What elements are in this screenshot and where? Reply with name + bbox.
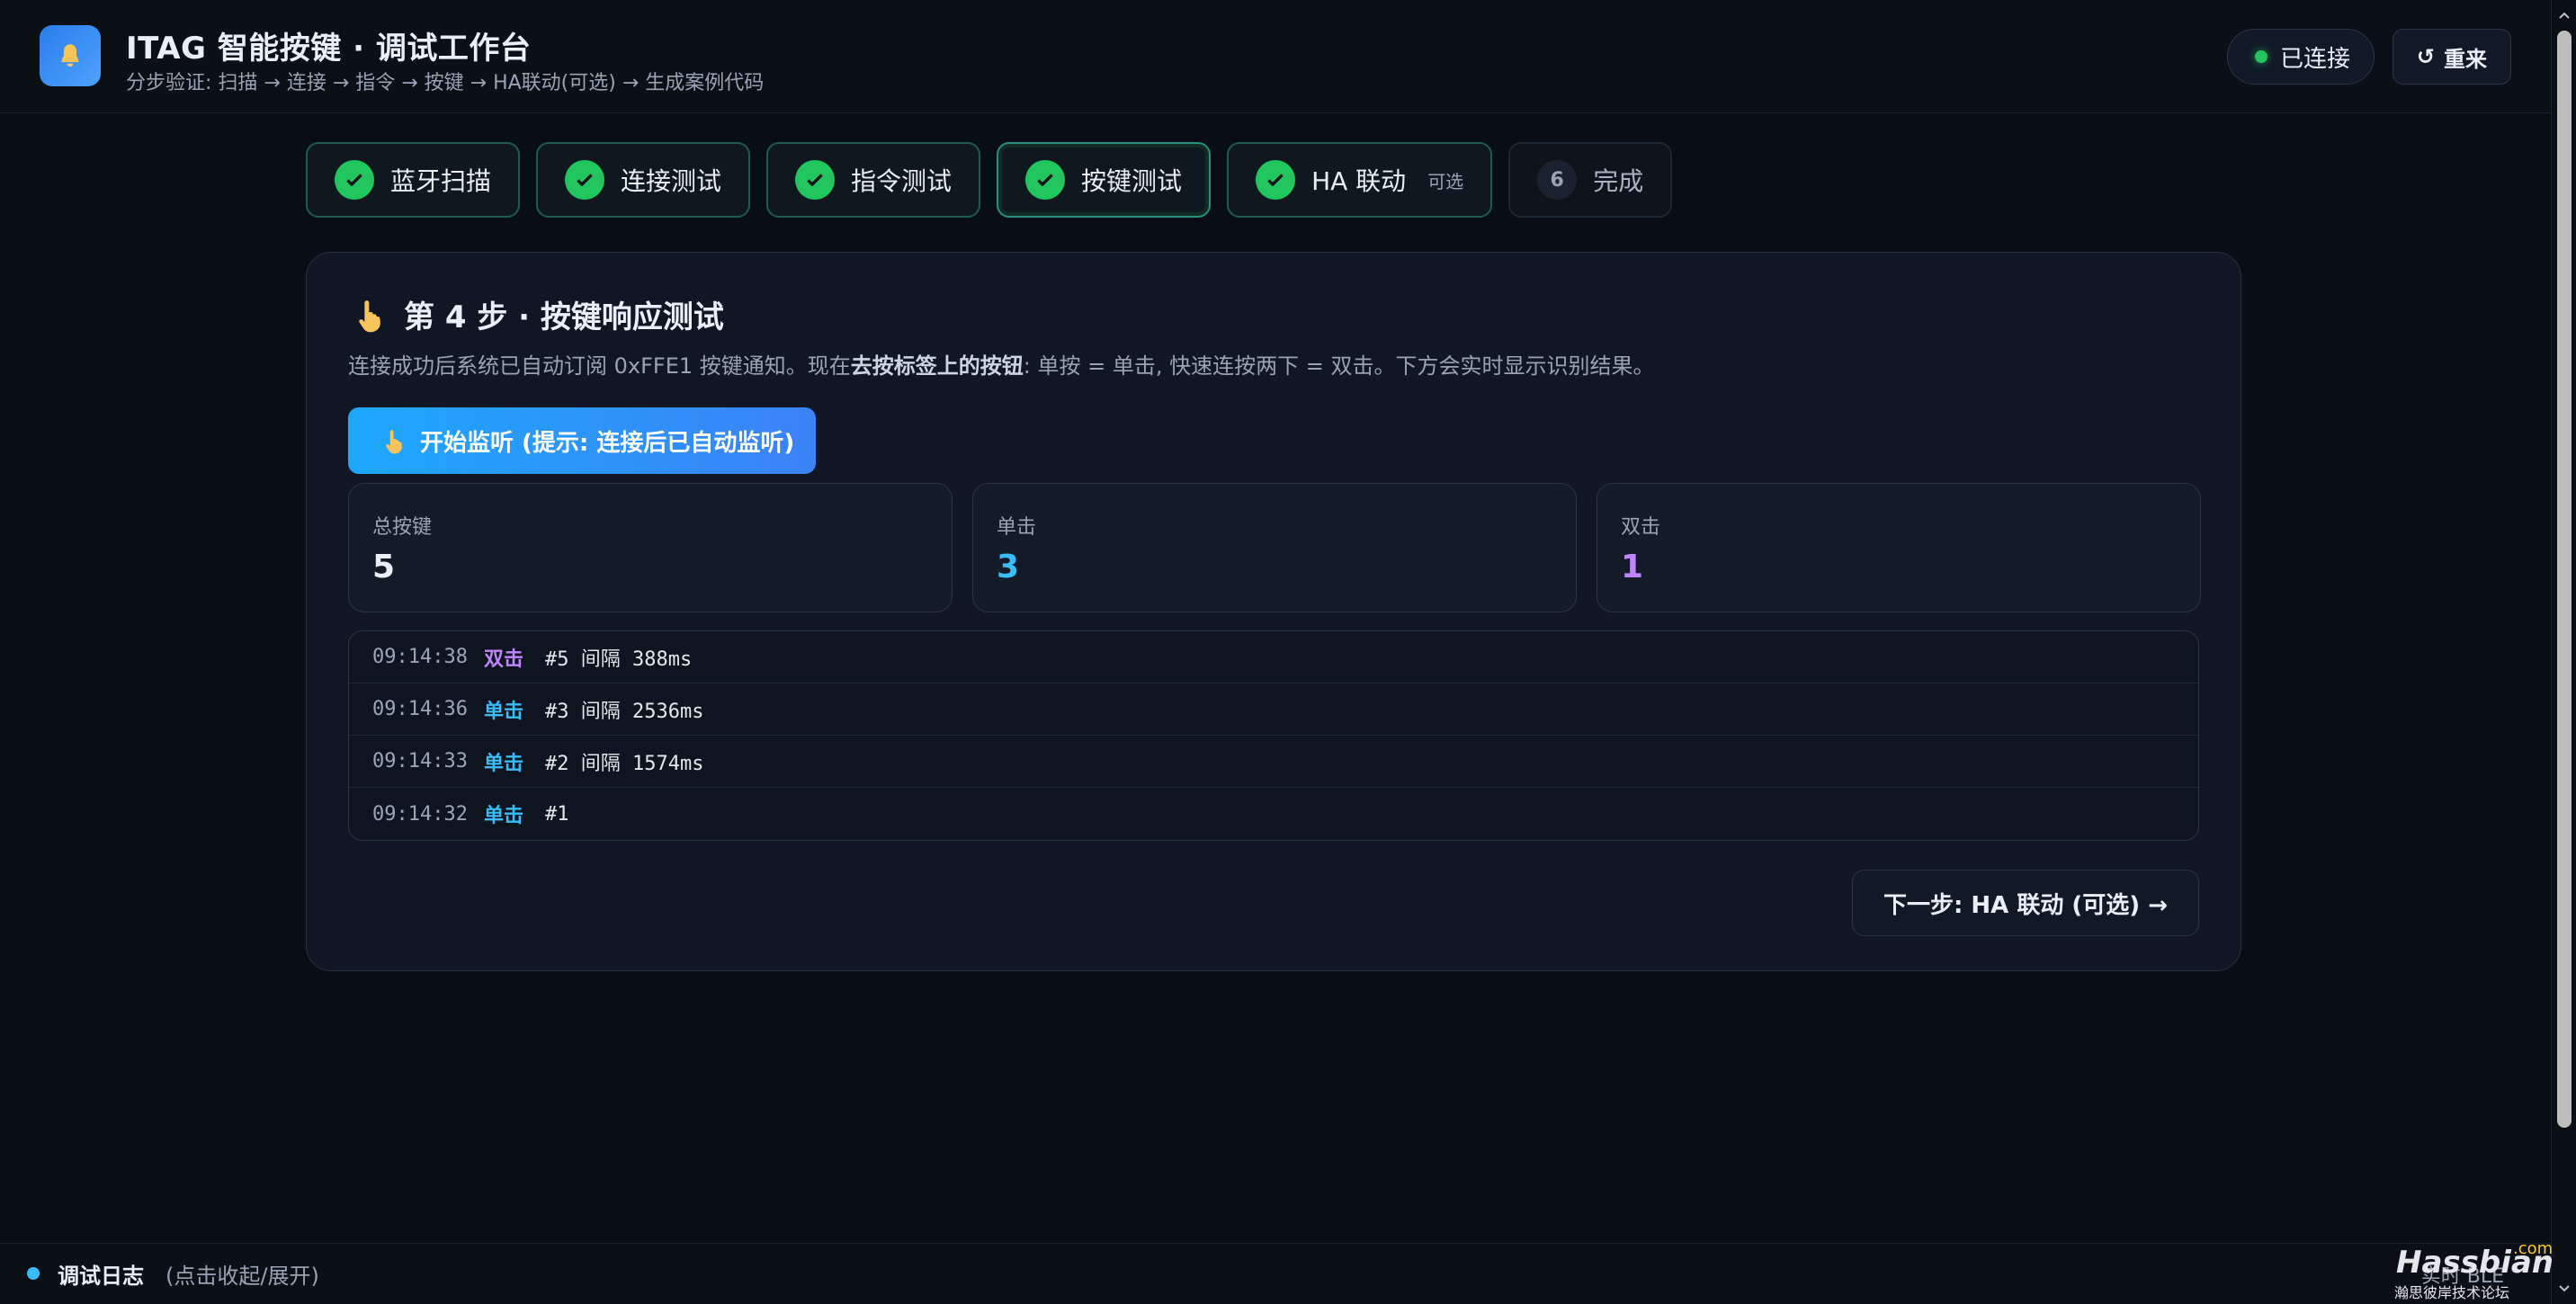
page-scrollbar[interactable] [2551,0,2576,1304]
stepper: 蓝牙扫描 连接测试 指令测试 按键测试 HA 联动 可选 6 完成 [306,142,1673,218]
start-listening-button[interactable]: 开始监听 (提示: 连接后已自动监听) [348,407,816,474]
stat-value: 3 [997,549,1020,585]
pointing-hand-icon [386,430,402,454]
scroll-thumb[interactable] [2557,31,2572,1128]
stat-label: 总按键 [372,516,433,539]
card-title: 第 4 步 · 按键响应测试 [352,292,724,336]
step-label: 按键测试 [1081,166,1183,196]
watermark-slogan: 瀚思彼岸技术论坛 [2394,1284,2510,1301]
next-step-label: 下一步: HA 联动 (可选) → [1883,891,2168,919]
log-type: 单击 [484,700,524,723]
stat-label: 双击 [1621,516,1661,539]
scroll-down-icon[interactable] [2557,1281,2572,1295]
log-type: 双击 [484,648,524,671]
log-time: 09:14:36 [372,698,468,720]
connection-status: 已连接 [2226,29,2375,85]
log-time: 09:14:33 [372,750,468,773]
log-time: 09:14:38 [372,646,468,668]
step-connection-test[interactable]: 连接测试 [536,142,751,218]
step-label: HA 联动 [1311,166,1407,196]
status-dot-icon [2254,50,2267,63]
page-title: ITAG 智能按键 · 调试工作台 [126,31,532,67]
check-icon [795,160,836,200]
optional-tag: 可选 [1427,170,1464,192]
app-root: ITAG 智能按键 · 调试工作台 分步验证: 扫描 → 连接 → 指令 → 按… [0,0,2576,1304]
log-row: 09:14:38 双击 #5 间隔 388ms [349,631,2198,683]
log-detail: #1 [545,802,569,826]
stat-single: 单击 3 [972,483,1577,612]
debug-log-bar[interactable]: 调试日志 (点击收起/展开) 实时 BLE [0,1243,2551,1304]
step-command-test[interactable]: 指令测试 [766,142,981,218]
debug-log-hint: (点击收起/展开) [165,1264,319,1289]
pointing-hand-icon [359,299,380,332]
stat-total: 总按键 5 [348,483,953,612]
reset-button[interactable]: ↺ 重来 [2392,29,2511,85]
desc-text-part2: : 单按 = 单击, 快速连按两下 = 双击。下方会实时显示识别结果。 [1023,353,1655,379]
scroll-up-icon[interactable] [2557,9,2572,23]
check-icon [335,160,374,200]
log-status-dot-icon [27,1267,40,1280]
log-type: 单击 [484,752,524,775]
watermark-com: .com [2513,1239,2554,1258]
debug-log-title: 调试日志 [58,1264,144,1289]
log-detail: #3 间隔 2536ms [545,700,704,723]
log-time: 09:14:32 [372,802,468,826]
step-ha-integration[interactable]: HA 联动 可选 [1227,142,1493,218]
step-label: 蓝牙扫描 [390,166,492,196]
step-bluetooth-scan[interactable]: 蓝牙扫描 [306,142,521,218]
log-row: 09:14:36 单击 #3 间隔 2536ms [349,683,2198,736]
app-logo [40,25,101,86]
log-detail: #5 间隔 388ms [545,648,693,671]
hassbian-watermark: Hassbian .com 瀚思彼岸技术论坛 [2378,1239,2554,1301]
next-step-button[interactable]: 下一步: HA 联动 (可选) → [1851,870,2199,936]
log-detail: #2 间隔 1574ms [545,752,704,775]
step-button-test[interactable]: 按键测试 [997,142,1212,218]
log-type: 单击 [484,805,524,827]
log-row: 09:14:32 单击 #1 [349,788,2198,840]
top-bar: ITAG 智能按键 · 调试工作台 分步验证: 扫描 → 连接 → 指令 → 按… [0,0,2551,113]
step-label: 完成 [1593,166,1644,196]
desc-text-part1: 连接成功后系统已自动订阅 0xFFE1 按键通知。现在 [348,353,851,379]
card-description: 连接成功后系统已自动订阅 0xFFE1 按键通知。现在去按标签上的按钮: 单按 … [348,348,1655,380]
step-finish[interactable]: 6 完成 [1508,142,1673,218]
desc-text-bold: 去按标签上的按钮 [850,353,1024,379]
stat-double: 双击 1 [1597,483,2201,612]
press-log[interactable]: 09:14:38 双击 #5 间隔 388ms 09:14:36 单击 #3 间… [348,630,2199,841]
check-icon [565,160,605,200]
reset-label: 重来 [2444,46,2487,72]
step-label: 连接测试 [621,166,722,196]
stats-row: 总按键 5 单击 3 双击 1 [348,483,2201,612]
connection-status-text: 已连接 [2279,45,2350,73]
button-test-card: 第 4 步 · 按键响应测试 连接成功后系统已自动订阅 0xFFE1 按键通知。… [306,252,2241,971]
check-icon [1256,160,1296,200]
refresh-icon: ↺ [2416,44,2435,69]
step-number: 6 [1537,160,1578,200]
page-subtitle: 分步验证: 扫描 → 连接 → 指令 → 按键 → HA联动(可选) → 生成案… [126,72,765,94]
stat-label: 单击 [997,516,1037,539]
stat-value: 1 [1621,549,1644,585]
log-row: 09:14:33 单击 #2 间隔 1574ms [349,736,2198,788]
start-listening-label: 开始监听 (提示: 连接后已自动监听) [420,429,795,457]
stat-value: 5 [372,549,396,585]
card-title-text: 第 4 步 · 按键响应测试 [404,299,724,335]
bell-icon [61,44,79,67]
step-label: 指令测试 [851,166,953,196]
check-icon [1025,160,1066,200]
